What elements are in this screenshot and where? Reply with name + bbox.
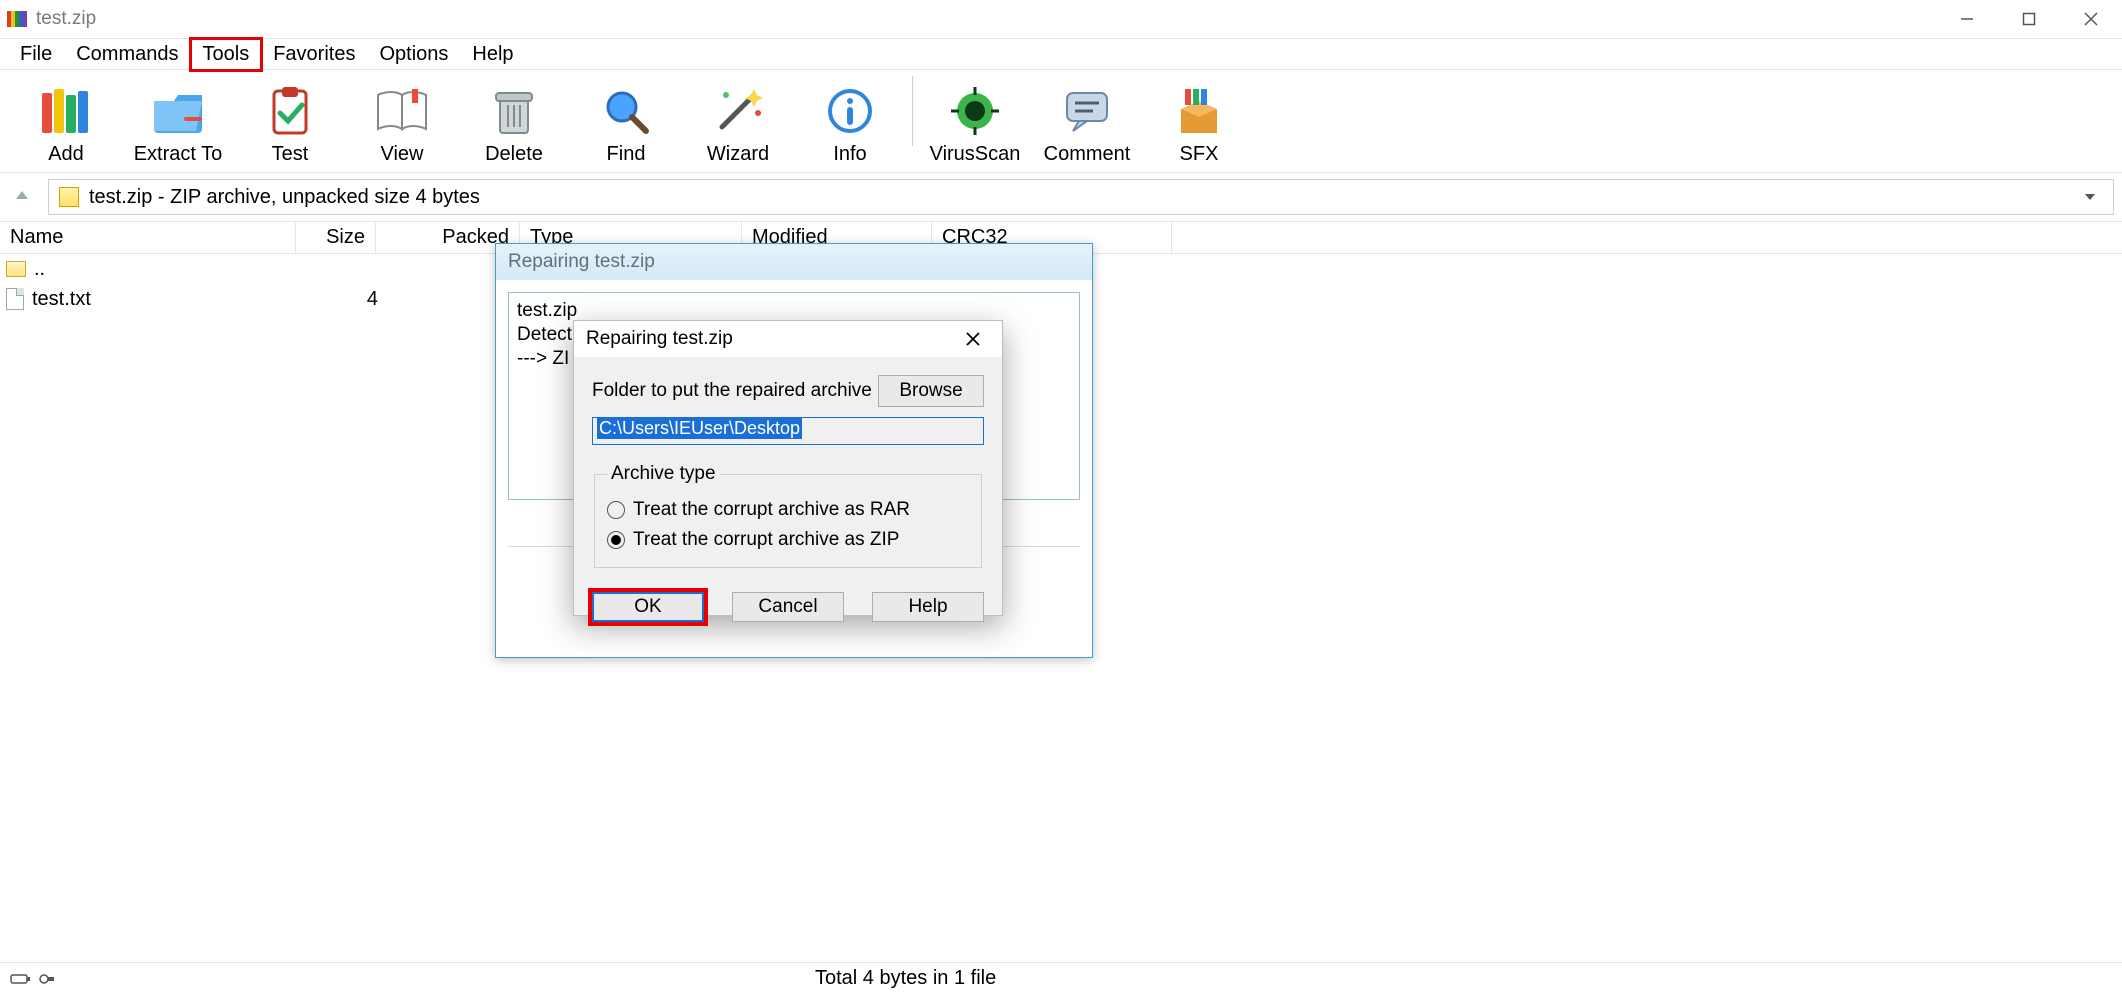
- tool-label: Find: [607, 143, 646, 166]
- tool-label: Add: [48, 143, 84, 166]
- menu-help[interactable]: Help: [460, 39, 525, 70]
- cell-name: ..: [34, 258, 300, 281]
- comment-icon: [1057, 83, 1117, 139]
- status-total: Total 4 bytes in 1 file: [815, 967, 996, 990]
- minimize-button[interactable]: [1936, 1, 1998, 37]
- tool-label: Delete: [485, 143, 543, 166]
- trash-icon: [484, 83, 544, 139]
- tool-virusscan[interactable]: VirusScan: [919, 83, 1031, 166]
- cell-name: test.txt: [32, 288, 298, 311]
- menubar: File Commands Tools Favorites Options He…: [0, 38, 2122, 70]
- tool-info[interactable]: Info: [794, 83, 906, 166]
- help-button[interactable]: Help: [872, 592, 984, 622]
- clipboard-check-icon: [260, 83, 320, 139]
- radio-icon: [607, 531, 625, 549]
- info-icon: [820, 83, 880, 139]
- menu-tools[interactable]: Tools: [191, 39, 262, 70]
- tool-label: View: [381, 143, 424, 166]
- ok-button[interactable]: OK: [592, 592, 704, 622]
- tool-find[interactable]: Find: [570, 83, 682, 166]
- radio-icon: [607, 501, 625, 519]
- radio-label: Treat the corrupt archive as ZIP: [633, 529, 899, 551]
- menu-options[interactable]: Options: [367, 39, 460, 70]
- books-icon: [36, 83, 96, 139]
- tool-label: SFX: [1180, 143, 1219, 166]
- col-size[interactable]: Size: [296, 222, 376, 253]
- browse-button[interactable]: Browse: [878, 375, 984, 407]
- tool-label: Comment: [1044, 143, 1131, 166]
- dialog-titlebar[interactable]: Repairing test.zip: [574, 321, 1002, 357]
- close-button[interactable]: [2060, 1, 2122, 37]
- tool-view[interactable]: View: [346, 83, 458, 166]
- chevron-down-icon[interactable]: [2077, 184, 2103, 210]
- tool-wizard[interactable]: Wizard: [682, 83, 794, 166]
- col-name[interactable]: Name: [0, 222, 296, 253]
- maximize-button[interactable]: [1998, 1, 2060, 37]
- tool-label: Extract To: [134, 143, 223, 166]
- wand-icon: [708, 83, 768, 139]
- box-books-icon: [1169, 83, 1229, 139]
- radio-rar[interactable]: Treat the corrupt archive as RAR: [607, 495, 969, 525]
- zip-icon: [59, 187, 79, 207]
- magnifier-icon: [596, 83, 656, 139]
- tool-label: Info: [833, 143, 866, 166]
- menu-file[interactable]: File: [8, 39, 64, 70]
- folder-icon: [6, 261, 26, 277]
- window-controls: [1936, 1, 2122, 37]
- cancel-button[interactable]: Cancel: [732, 592, 844, 622]
- group-label: Archive type: [607, 463, 720, 485]
- window-title: test.zip: [36, 8, 96, 30]
- dialog-title: Repairing test.zip: [586, 328, 733, 350]
- tool-label: Wizard: [707, 143, 769, 166]
- radio-label: Treat the corrupt archive as RAR: [633, 499, 910, 521]
- tool-comment[interactable]: Comment: [1031, 83, 1143, 166]
- repair-folder-input[interactable]: C:\Users\IEUser\Desktop: [592, 417, 984, 445]
- radio-zip[interactable]: Treat the corrupt archive as ZIP: [607, 525, 969, 555]
- toolbar-separator: [912, 76, 913, 146]
- tool-label: Test: [272, 143, 309, 166]
- cell-size: 4: [298, 288, 378, 311]
- tool-delete[interactable]: Delete: [458, 83, 570, 166]
- toolbar: Add Extract To Test View Delete Find Wiz…: [0, 70, 2122, 173]
- app-icon: [6, 8, 28, 30]
- status-icons: [10, 972, 56, 986]
- up-button[interactable]: [8, 183, 36, 211]
- address-field[interactable]: test.zip - ZIP archive, unpacked size 4 …: [48, 179, 2114, 215]
- address-text: test.zip - ZIP archive, unpacked size 4 …: [89, 186, 480, 209]
- menu-favorites[interactable]: Favorites: [261, 39, 367, 70]
- tool-label: VirusScan: [930, 143, 1021, 166]
- titlebar: test.zip: [0, 0, 2122, 38]
- dialog-repair-options: Repairing test.zip Folder to put the rep…: [573, 320, 1003, 616]
- tool-sfx[interactable]: SFX: [1143, 83, 1255, 166]
- address-row: test.zip - ZIP archive, unpacked size 4 …: [0, 173, 2122, 222]
- path-value: C:\Users\IEUser\Desktop: [597, 417, 802, 439]
- dialog-titlebar[interactable]: Repairing test.zip: [496, 244, 1092, 280]
- tool-test[interactable]: Test: [234, 83, 346, 166]
- tool-add[interactable]: Add: [10, 83, 122, 166]
- file-icon: [6, 288, 24, 310]
- archive-type-group: Archive type Treat the corrupt archive a…: [594, 463, 982, 568]
- bug-icon: [945, 83, 1005, 139]
- winrar-window: test.zip File Commands Tools Favorites O…: [0, 0, 2122, 994]
- book-open-icon: [372, 83, 432, 139]
- folder-label: Folder to put the repaired archive: [592, 380, 872, 402]
- folder-open-icon: [148, 83, 208, 139]
- statusbar: Total 4 bytes in 1 file: [0, 962, 2122, 994]
- menu-commands[interactable]: Commands: [64, 39, 190, 70]
- close-button[interactable]: [956, 325, 990, 353]
- dialog-title: Repairing test.zip: [508, 251, 655, 273]
- tool-extract[interactable]: Extract To: [122, 83, 234, 166]
